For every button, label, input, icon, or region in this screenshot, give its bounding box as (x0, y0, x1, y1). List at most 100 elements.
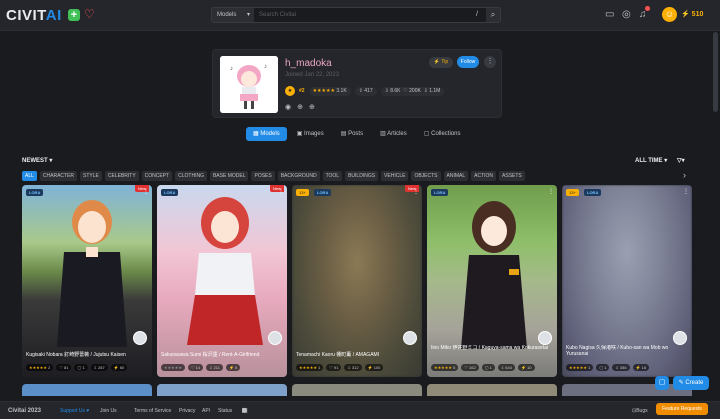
card-menu-icon[interactable]: ⋮ (683, 188, 689, 195)
chip-concept[interactable]: CONCEPT (141, 171, 173, 181)
rating-pill: ★★★★★ 3.1K (308, 86, 351, 96)
tip-button[interactable]: ⚡ Tip (429, 57, 453, 68)
chip-character[interactable]: CHARACTER (39, 171, 78, 181)
buzz-balance[interactable]: ⚡ 510 (681, 10, 703, 18)
card-menu-icon[interactable]: ⋮ (548, 188, 554, 195)
card-menu-icon[interactable]: ⋮ (278, 188, 284, 195)
model-card[interactable]: 13+ LORA ⋮ Kubo Nagisa 久保渚咲 / Kubo-san w… (562, 185, 692, 377)
model-card[interactable]: 13+ LORA New ⋮ Tenamachi Kaoru 棚町薫 / AMA… (292, 185, 422, 377)
chip-buildings[interactable]: BUILDINGS (345, 171, 379, 181)
chip-clothing[interactable]: CLOTHING (175, 171, 207, 181)
top-header: CIVITAI + ♡ Models Search Civitai / ⌕ ▭ … (0, 0, 720, 31)
sort-dropdown[interactable]: NEWEST ▾ (22, 157, 52, 164)
profile-card: ♪ ♪ h_madoka Joined Jan 22, 2023 ⚡ Tip F… (212, 49, 502, 118)
api-link[interactable]: API (202, 408, 210, 414)
footer: Civitai 2023 Support Us ♥ Join Us Terms … (0, 401, 720, 419)
civitai-logo[interactable]: CIVITAI (6, 7, 62, 24)
period-dropdown[interactable]: ALL TIME ▾ (635, 157, 667, 164)
chip-style[interactable]: STYLE (80, 171, 102, 181)
join-link[interactable]: Join Us (100, 408, 117, 414)
web-icon[interactable]: ⊕ (309, 103, 315, 111)
chip-all[interactable]: ALL (22, 171, 37, 181)
model-card[interactable]: LORA ⋮ Iino Miko 伊井野ミコ / Kaguya-sama wa … (427, 185, 557, 377)
profile-username: h_madoka (285, 58, 332, 69)
profile-tabs: ▦ Models ▣ Images ▤ Posts ▥ Articles ▢ C… (246, 127, 467, 141)
profile-rank: #2 (299, 88, 305, 94)
bugs-link[interactable]: ⊡ Bugs (632, 408, 648, 414)
chevron-right-icon[interactable]: › (683, 170, 686, 180)
model-card[interactable]: LORA New ⋮ Kugisaki Nobara 釘崎野薔薇 / Jujut… (22, 185, 152, 377)
search-type-select[interactable]: Models (212, 8, 254, 22)
chip-base-model[interactable]: BASE MODEL (209, 171, 249, 181)
filter-icon[interactable]: ▽▾ (677, 157, 685, 164)
feature-requests-button[interactable]: Feature Requests (656, 403, 708, 415)
creator-avatar[interactable] (403, 331, 417, 345)
search-input[interactable]: Search Civitai (254, 12, 472, 18)
search-icon[interactable]: ⌕ (486, 8, 500, 22)
creator-avatar[interactable] (538, 331, 552, 345)
card-title: Sakurasawa Sumi 桜沢墨 / Rent-A-Girlfriend (161, 352, 260, 358)
twitch-icon[interactable]: ▣ (242, 407, 248, 414)
card-menu-icon[interactable]: ⋮ (413, 188, 419, 195)
support-link[interactable]: Support Us ♥ (60, 408, 89, 414)
social-links: ◉ ⊕ ⊕ (285, 103, 315, 111)
profile-avatar: ♪ ♪ (220, 56, 278, 113)
creator-avatar[interactable] (133, 331, 147, 345)
model-card-peek[interactable] (292, 384, 422, 396)
profile-stats: ★ #2 ★★★★★ 3.1K ⇪ 417 ⇩ 8.6K ♡ 200K ⇩ 1.… (285, 86, 445, 96)
model-card-peek[interactable] (22, 384, 152, 396)
footer-copyright: Civitai 2023 (8, 407, 42, 414)
terms-link[interactable]: Terms of Service (134, 408, 171, 414)
tab-posts[interactable]: ▤ Posts (334, 127, 370, 141)
model-card-peek[interactable] (427, 384, 557, 396)
chip-tool[interactable]: TOOL (322, 171, 343, 181)
more-options-button[interactable]: ⋮ (484, 56, 496, 68)
follow-button[interactable]: Follow (457, 56, 479, 68)
card-stats: ★★★★★ 2 ♡ 81 ▢ 1 ⇩ 287 ⚡ 60 (26, 363, 148, 372)
chip-poses[interactable]: POSES (251, 171, 275, 181)
tab-models[interactable]: ▦ Models (246, 127, 287, 141)
lora-badge: LORA (26, 189, 44, 196)
globe-icon[interactable]: ⊕ (297, 103, 303, 111)
model-card-peek[interactable] (157, 384, 287, 396)
upload-icon[interactable]: ▭ (605, 9, 614, 20)
tab-images[interactable]: ▣ Images (290, 127, 331, 141)
lora-badge: LORA (161, 189, 179, 196)
chip-assets[interactable]: ASSETS (499, 171, 525, 181)
user-avatar[interactable]: ☺ (662, 7, 677, 22)
chip-objects[interactable]: OBJECTS (411, 171, 441, 181)
age-rating-badge: 13+ (566, 189, 579, 196)
status-link[interactable]: Status (218, 408, 232, 414)
tab-collections[interactable]: ▢ Collections (417, 127, 468, 141)
category-chips: ALL CHARACTER STYLE CELEBRITY CONCEPT CL… (22, 171, 525, 181)
lora-badge: LORA (431, 189, 449, 196)
privacy-link[interactable]: Privacy (179, 408, 195, 414)
chip-background[interactable]: BACKGROUND (277, 171, 320, 181)
card-stats: ★★★★★ ♡ 14 ⇩ 211 ⚡ 5 (161, 363, 283, 372)
card-menu-icon[interactable]: ⋮ (143, 188, 149, 195)
tab-articles[interactable]: ▥ Articles (373, 127, 414, 141)
create-button[interactable]: ✎ Create (673, 376, 709, 390)
card-title: Tenamachi Kaoru 棚町薫 / AMAGAMI (296, 352, 380, 358)
chip-celebrity[interactable]: CELEBRITY (104, 171, 139, 181)
chip-vehicle[interactable]: VEHICLE (381, 171, 409, 181)
svg-text:♪: ♪ (264, 64, 267, 70)
model-card[interactable]: LORA New ⋮ Sakurasawa Sumi 桜沢墨 / Rent-A-… (157, 185, 287, 377)
search-shortcut-hint: / (476, 11, 478, 18)
card-title: Iino Miko 伊井野ミコ / Kaguya-sama wa Kokuras… (431, 345, 548, 351)
plus-icon[interactable]: + (68, 9, 80, 21)
notification-dot (645, 6, 650, 11)
uploads-pill: ⇪ 417 (354, 86, 377, 96)
chip-action[interactable]: ACTION (471, 171, 497, 181)
eye-off-icon[interactable]: ◎ (622, 9, 631, 20)
chip-animal[interactable]: ANIMAL (443, 171, 469, 181)
chat-icon[interactable]: ▢ (655, 376, 669, 390)
stats-pill: ⇩ 8.6K ♡ 200K ⇩ 1.1M (380, 86, 445, 96)
discord-icon[interactable]: ◉ (285, 103, 291, 111)
heart-icon[interactable]: ♡ (84, 7, 95, 21)
creator-avatar[interactable] (673, 331, 687, 345)
creator-avatar[interactable] (268, 331, 282, 345)
card-stats: ★★★★★ 1 ♡ 91 ⇩ 312 ⚡ 100 (296, 363, 418, 372)
card-stats: ★★★★★ 5 ♡ 162 ▢ 1 ⇩ 644 ⚡ 10 (431, 363, 553, 372)
scrollbar[interactable] (713, 32, 718, 112)
